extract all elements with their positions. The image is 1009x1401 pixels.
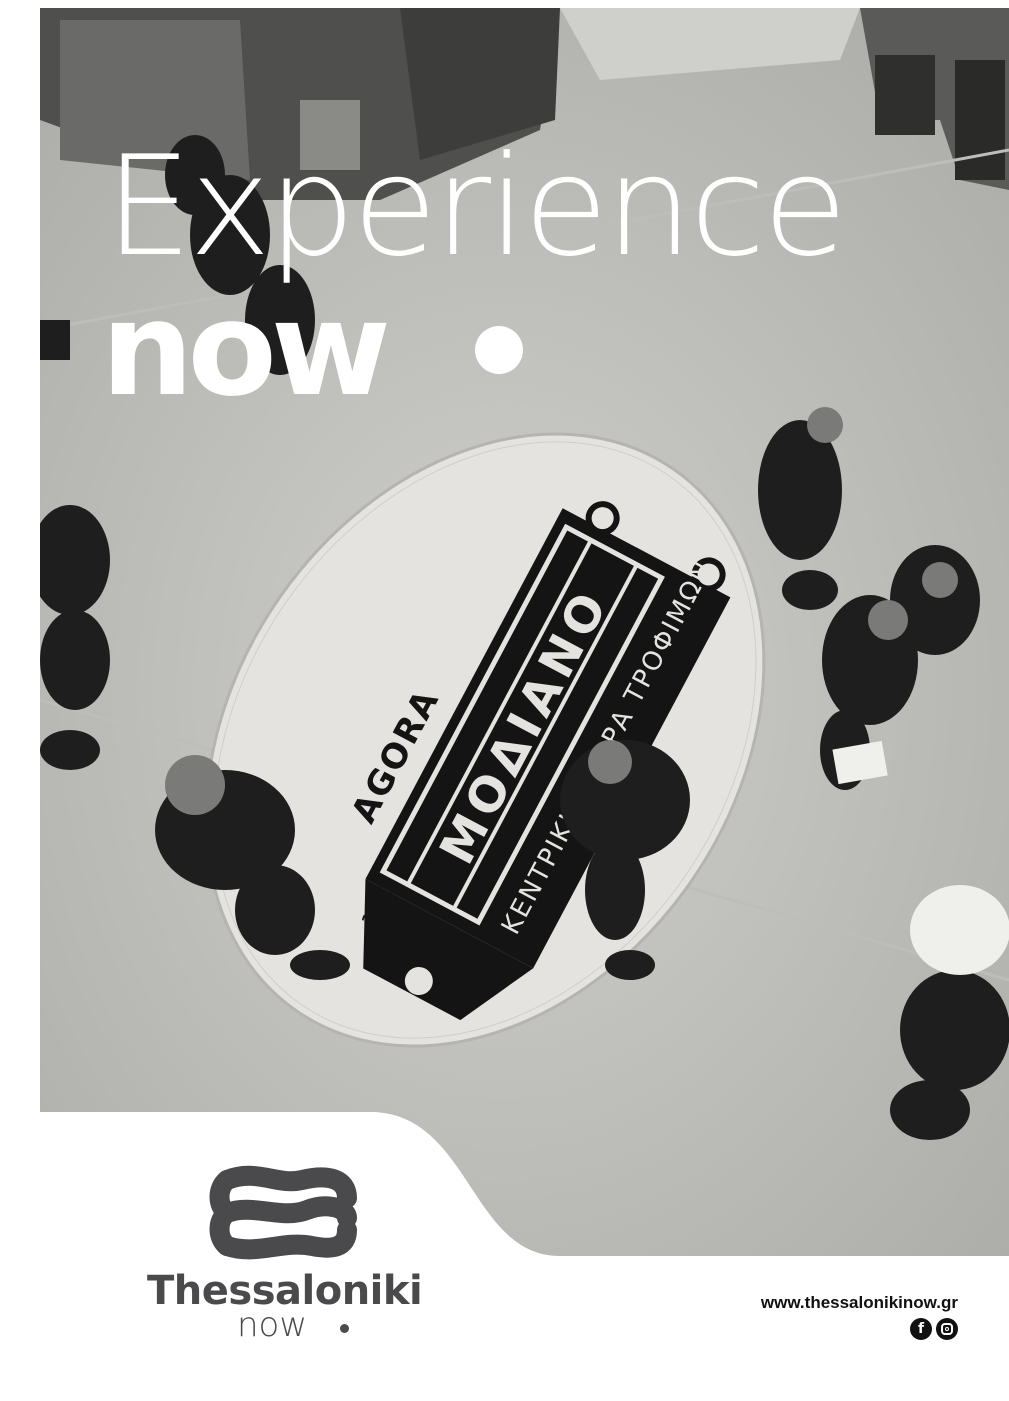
headline-dot [475, 326, 523, 374]
facebook-icon[interactable]: f [910, 1318, 932, 1340]
brand-dot [340, 1324, 349, 1333]
brand-tagline: now [237, 1305, 308, 1345]
headline-experience: Experience [105, 126, 848, 287]
social-links: f [910, 1318, 958, 1340]
headline-now: now [101, 273, 391, 425]
instagram-icon[interactable] [936, 1318, 958, 1340]
website-link[interactable]: www.thessalonikinow.gr [761, 1293, 958, 1313]
thessaloniki-now-logo-icon [209, 1165, 357, 1260]
